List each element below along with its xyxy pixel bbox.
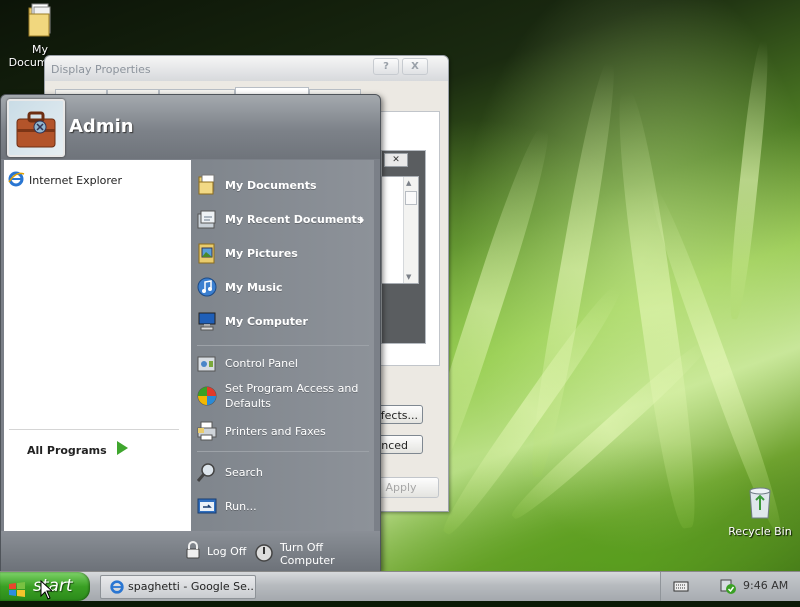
windows-logo-icon (8, 579, 26, 607)
briefcase-icon (16, 111, 56, 148)
taskbar-button-label: spaghetti - Google Se... (128, 580, 256, 593)
all-programs-button[interactable]: All Programs (27, 444, 107, 457)
taskbar-button-browser[interactable]: spaghetti - Google Se... (100, 575, 256, 599)
menu-item-my-documents[interactable]: My Documents (196, 174, 374, 196)
scroll-thumb[interactable] (405, 191, 417, 205)
menu-item-my-recent-documents[interactable]: My Recent Documents (196, 208, 374, 230)
search-icon (196, 461, 218, 483)
recent-documents-icon (196, 208, 218, 230)
preview-frame: ✕ ▲ ▼ (381, 150, 426, 344)
divider (197, 345, 369, 346)
internet-explorer-icon (109, 579, 125, 598)
recycle-bin-icon (728, 486, 792, 523)
play-arrow-icon (117, 441, 128, 455)
menu-item-label: My Pictures (225, 246, 298, 260)
my-computer-icon (196, 310, 218, 332)
menu-item-my-pictures[interactable]: My Pictures (196, 242, 374, 264)
printer-icon (196, 420, 218, 442)
menu-item-control-panel[interactable]: Control Panel (196, 352, 374, 374)
menu-item-label: Set Program Access and Defaults (225, 382, 359, 410)
menu-item-label: My Documents (225, 178, 317, 192)
menu-item-run[interactable]: Run... (196, 495, 374, 517)
desktop-icon-label: Recycle Bin (728, 525, 792, 538)
pinned-programs-pane (4, 160, 191, 531)
my-music-icon (196, 276, 218, 298)
my-documents-icon (196, 174, 218, 196)
log-off-button[interactable]: Log Off (184, 541, 246, 562)
menu-item-search[interactable]: Search (196, 461, 374, 483)
menu-item-label: Printers and Faxes (225, 424, 326, 438)
menu-item-label: Search (225, 465, 263, 479)
security-shield-icon[interactable] (719, 577, 737, 598)
menu-item-my-computer[interactable]: My Computer (196, 310, 374, 332)
help-button[interactable]: ? (373, 58, 399, 75)
close-button[interactable]: X (402, 58, 428, 75)
start-menu-header: Admin (1, 95, 380, 159)
menu-item-printers-and-faxes[interactable]: Printers and Faxes (196, 420, 374, 442)
menu-item-label: Run... (225, 499, 257, 513)
power-icon (254, 543, 274, 566)
submenu-arrow-icon (360, 216, 364, 224)
menu-item-label: My Computer (225, 314, 308, 328)
log-off-label: Log Off (207, 545, 247, 558)
control-panel-icon (196, 352, 218, 374)
user-avatar[interactable] (7, 99, 65, 157)
preview-list[interactable]: ▲ ▼ (381, 176, 419, 284)
internet-explorer-icon (7, 170, 25, 191)
window-title: Display Properties (51, 63, 151, 76)
menu-item-label: Internet Explorer (29, 173, 122, 187)
keyboard-icon[interactable] (673, 579, 689, 596)
grass-blade (725, 39, 773, 321)
divider (9, 429, 179, 430)
settings-panel: ✕ ▲ ▼ (380, 111, 440, 366)
scrollbar[interactable]: ▲ ▼ (403, 177, 418, 283)
divider (197, 451, 369, 452)
user-name: Admin (69, 116, 134, 137)
taskbar: start spaghetti - Google Se... 9:46 AM (0, 571, 800, 601)
menu-item-internet-explorer[interactable]: Internet Explorer (7, 170, 122, 190)
start-label: start (33, 576, 73, 596)
desktop-icon-recycle-bin[interactable]: Recycle Bin (728, 486, 792, 538)
run-icon (196, 495, 218, 517)
clock: 9:46 AM (743, 579, 789, 592)
start-menu: Admin Internet Explorer All Programs My … (0, 94, 381, 572)
menu-item-label: My Recent Documents (225, 212, 364, 226)
scroll-up-icon[interactable]: ▲ (406, 179, 411, 187)
menu-item-label: Control Panel (225, 356, 298, 370)
lock-icon (184, 541, 202, 562)
menu-item-set-program-access[interactable]: Set Program Access and Defaults (196, 380, 374, 412)
preview-close-icon: ✕ (384, 153, 408, 167)
my-pictures-icon (196, 242, 218, 264)
folder-documents-icon (2, 2, 78, 41)
menu-item-label: My Music (225, 280, 283, 294)
program-access-icon (196, 385, 218, 407)
menu-item-my-music[interactable]: My Music (196, 276, 374, 298)
scroll-down-icon[interactable]: ▼ (406, 273, 411, 281)
turn-off-label: Turn Off Computer (280, 541, 335, 567)
turn-off-computer-button[interactable]: Turn Off Computer (254, 541, 380, 567)
